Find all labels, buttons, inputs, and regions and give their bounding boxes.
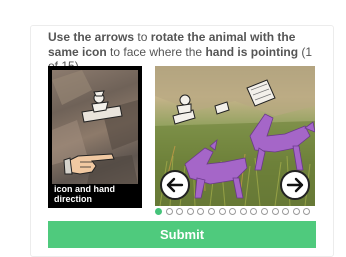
progress-dot [250, 208, 258, 215]
progress-dot [292, 208, 300, 215]
progress-dots [155, 208, 315, 218]
rotate-right-button[interactable] [280, 170, 310, 200]
instructions-bold-1: Use the arrows [48, 30, 135, 44]
reference-icon [81, 90, 123, 123]
progress-dot [155, 208, 162, 215]
arrow-left-icon [166, 177, 184, 193]
progress-dot [176, 208, 184, 215]
progress-dot [261, 208, 268, 215]
submit-button[interactable]: Submit [48, 221, 316, 248]
progress-dot [239, 208, 247, 215]
reference-panel: icon and hand direction [48, 66, 142, 208]
progress-dot [218, 208, 226, 215]
progress-dot [303, 208, 311, 215]
arrow-right-icon [286, 177, 304, 193]
rotate-left-button[interactable] [160, 170, 190, 200]
progress-dot [186, 208, 194, 215]
progress-dot [271, 208, 279, 215]
progress-dot [229, 208, 237, 215]
progress-dot [282, 208, 290, 215]
progress-dot [197, 208, 205, 215]
instructions-bold-3: hand is pointing [205, 44, 299, 59]
progress-dot [165, 208, 173, 215]
progress-dot [208, 208, 215, 215]
reference-caption: icon and hand direction [54, 184, 116, 204]
reference-scene [52, 70, 138, 184]
instructions-plain-1: to [134, 30, 151, 44]
instructions-plain-2: to face where the [106, 44, 206, 59]
reference-image [52, 70, 138, 184]
